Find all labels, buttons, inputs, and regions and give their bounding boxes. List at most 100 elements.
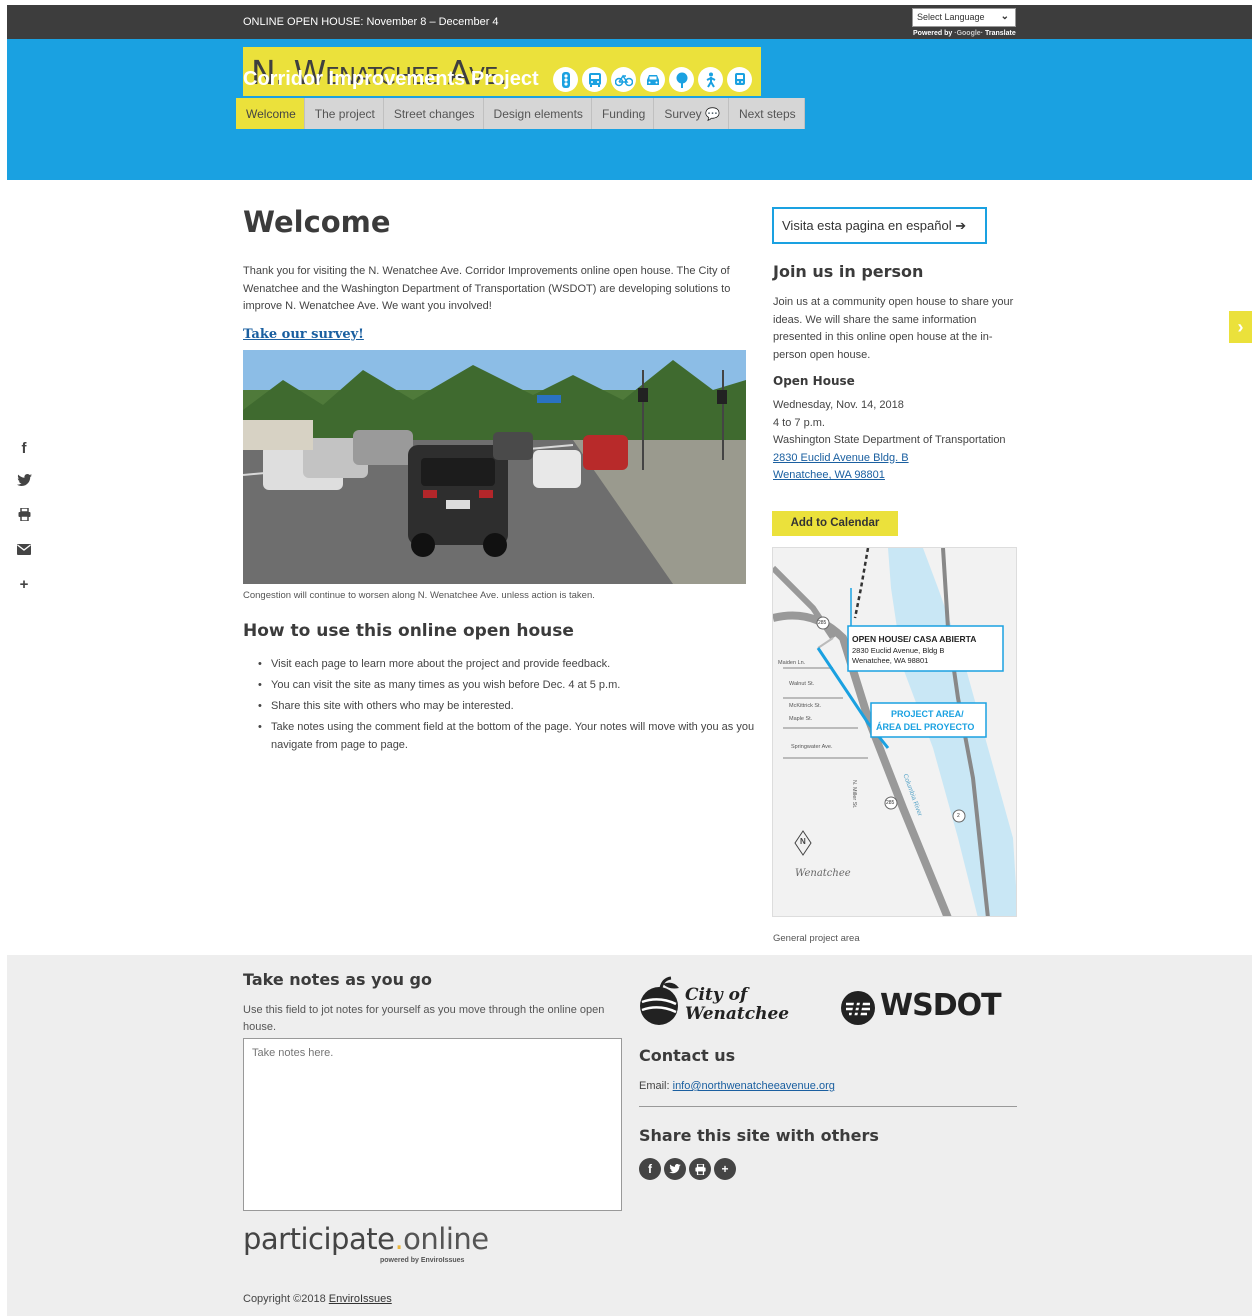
open-house-details: Wednesday, Nov. 14, 2018 4 to 7 p.m. Was… (773, 397, 1023, 485)
logo-participate: participate (243, 1222, 395, 1256)
map-caption: General project area (773, 933, 860, 944)
transport-mode-icons (553, 67, 752, 92)
map-street-label: Maple St. (789, 716, 813, 722)
map-callout-line1: 2830 Euclid Avenue, Bldg B (852, 646, 945, 655)
open-house-heading: Open House (773, 374, 855, 388)
map-street-label: McKittrick St. (789, 703, 822, 709)
list-item: Visit each page to learn more about the … (258, 655, 758, 673)
language-select-label: Select Language (917, 12, 985, 22)
transit-icon (727, 67, 752, 92)
map-callout-title: OPEN HOUSE/ CASA ABIERTA (852, 634, 977, 644)
list-item: Take notes using the comment field at th… (258, 718, 758, 754)
nav-tab-the-project[interactable]: The project (304, 98, 384, 129)
map-callout-line2: Wenatchee, WA 98801 (852, 656, 929, 665)
share-icons: f + (639, 1158, 736, 1180)
pedestrian-icon (698, 67, 723, 92)
twitter-icon[interactable] (14, 474, 34, 508)
nav-tab-funding[interactable]: Funding (591, 98, 655, 129)
copyright: Copyright ©2018 EnviroIssues (243, 1293, 392, 1305)
email-icon[interactable] (14, 542, 34, 576)
bus-icon (582, 67, 607, 92)
nav-tab-design-elements[interactable]: Design elements (483, 98, 592, 129)
intro-text: Thank you for visiting the N. Wenatchee … (243, 265, 731, 312)
nav-tab-next-steps[interactable]: Next steps (728, 98, 805, 129)
site-subtitle: Corridor Improvements Project (243, 68, 539, 90)
language-select[interactable]: Select Language ⌄ (912, 8, 1016, 27)
bike-icon (611, 67, 636, 92)
spanish-page-button[interactable]: Visita esta pagina en español ➔ (772, 207, 987, 244)
nav-tab-street-changes[interactable]: Street changes (383, 98, 484, 129)
contact-heading: Contact us (639, 1046, 736, 1065)
howto-list: Visit each page to learn more about the … (258, 655, 758, 757)
enviroissues-link[interactable]: EnviroIssues (329, 1293, 392, 1305)
tree-icon (669, 67, 694, 92)
main-nav: Welcome The project Street changes Desig… (236, 98, 805, 129)
city-logo-line2: Wenatchee (685, 1004, 790, 1024)
map-street-label: Springwater Ave. (791, 744, 833, 750)
print-icon[interactable] (689, 1158, 711, 1180)
map-route-label: 285 (818, 620, 827, 626)
top-bar: ONLINE OPEN HOUSE: November 8 – December… (7, 5, 1252, 39)
email-label: Email: (639, 1080, 673, 1092)
notes-heading: Take notes as you go (243, 970, 432, 989)
logo-online: online (403, 1222, 489, 1256)
copyright-text: Copyright ©2018 (243, 1293, 329, 1305)
join-heading: Join us in person (773, 262, 924, 281)
map-route-label: 2 (957, 813, 960, 819)
notes-textarea[interactable] (243, 1038, 622, 1211)
map-route-label: 285 (886, 800, 895, 806)
notes-instructions: Use this field to jot notes for yourself… (243, 1004, 605, 1033)
chevron-right-icon: › (1237, 317, 1244, 337)
plus-icon[interactable]: + (14, 576, 34, 610)
divider (639, 1106, 1017, 1107)
contact-email-line: Email: info@northwenatcheeavenue.org (639, 1080, 835, 1092)
map-project-area-label: PROJECT AREA/ (891, 709, 964, 719)
wsdot-logo[interactable]: WSDOT (880, 988, 1002, 1023)
translate-link[interactable]: Translate (985, 30, 1016, 37)
city-logo-text: City of Wenatchee (685, 986, 789, 1024)
footer (7, 955, 1252, 1316)
map-city-label: Wenatchee (795, 868, 851, 879)
nav-tab-welcome[interactable]: Welcome (236, 98, 305, 129)
plus-icon[interactable]: + (714, 1158, 736, 1180)
page-title: Welcome (243, 205, 391, 239)
share-heading: Share this site with others (639, 1126, 879, 1145)
side-social-bar: f + (14, 440, 34, 610)
car-icon (640, 67, 665, 92)
event-date: Wednesday, Nov. 14, 2018 (773, 399, 904, 411)
traffic-light-icon (553, 67, 578, 92)
nav-tab-survey[interactable]: Survey 💬 (654, 98, 729, 129)
participate-online-logo[interactable]: participate.online (243, 1222, 489, 1256)
facebook-icon[interactable]: f (639, 1158, 661, 1180)
announcement-text: ONLINE OPEN HOUSE: November 8 – December… (243, 16, 499, 28)
map-street-label: Maiden Ln. (778, 660, 806, 666)
wsdot-logo-text: WSDOT (880, 988, 1002, 1023)
logo-dot: . (394, 1222, 404, 1256)
traffic-photo (243, 350, 746, 584)
city-logo-line1: City of (685, 985, 748, 1005)
list-item: Share this site with others who may be i… (258, 697, 758, 715)
address-link-line2[interactable]: Wenatchee, WA 98801 (773, 467, 1023, 485)
map-project-area-label-es: ÁREA DEL PROYECTO (876, 722, 975, 732)
event-venue: Washington State Department of Transport… (773, 434, 1006, 446)
contact-email-link[interactable]: info@northwenatcheeavenue.org (673, 1080, 835, 1092)
event-time: 4 to 7 p.m. (773, 416, 825, 429)
add-to-calendar-button[interactable]: Add to Calendar (772, 511, 898, 536)
map-street-label: N. Miller St. (851, 780, 857, 809)
next-page-tab[interactable]: › (1229, 311, 1252, 343)
join-text: Join us at a community open house to sha… (773, 296, 1014, 361)
twitter-icon[interactable] (664, 1158, 686, 1180)
address-link-line1[interactable]: 2830 Euclid Avenue Bldg. B (773, 450, 1023, 468)
powered-by-text: powered by EnviroIssues (380, 1257, 465, 1264)
howto-heading: How to use this online open house (243, 621, 574, 641)
list-item: You can visit the site as many times as … (258, 676, 758, 694)
map-street-label: Walnut St. (789, 681, 815, 687)
take-survey-link[interactable]: Take our survey! (243, 327, 364, 342)
chevron-down-icon: ⌄ (1000, 11, 1009, 22)
map-north-arrow: N (800, 837, 806, 846)
wsdot-mark-icon (840, 990, 876, 1026)
print-icon[interactable] (14, 507, 34, 542)
facebook-icon[interactable]: f (14, 440, 34, 474)
project-area-map: OPEN HOUSE/ CASA ABIERTA 2830 Euclid Ave… (772, 547, 1017, 917)
google-translate-credit: Powered by ·Google· Translate (913, 30, 1016, 37)
